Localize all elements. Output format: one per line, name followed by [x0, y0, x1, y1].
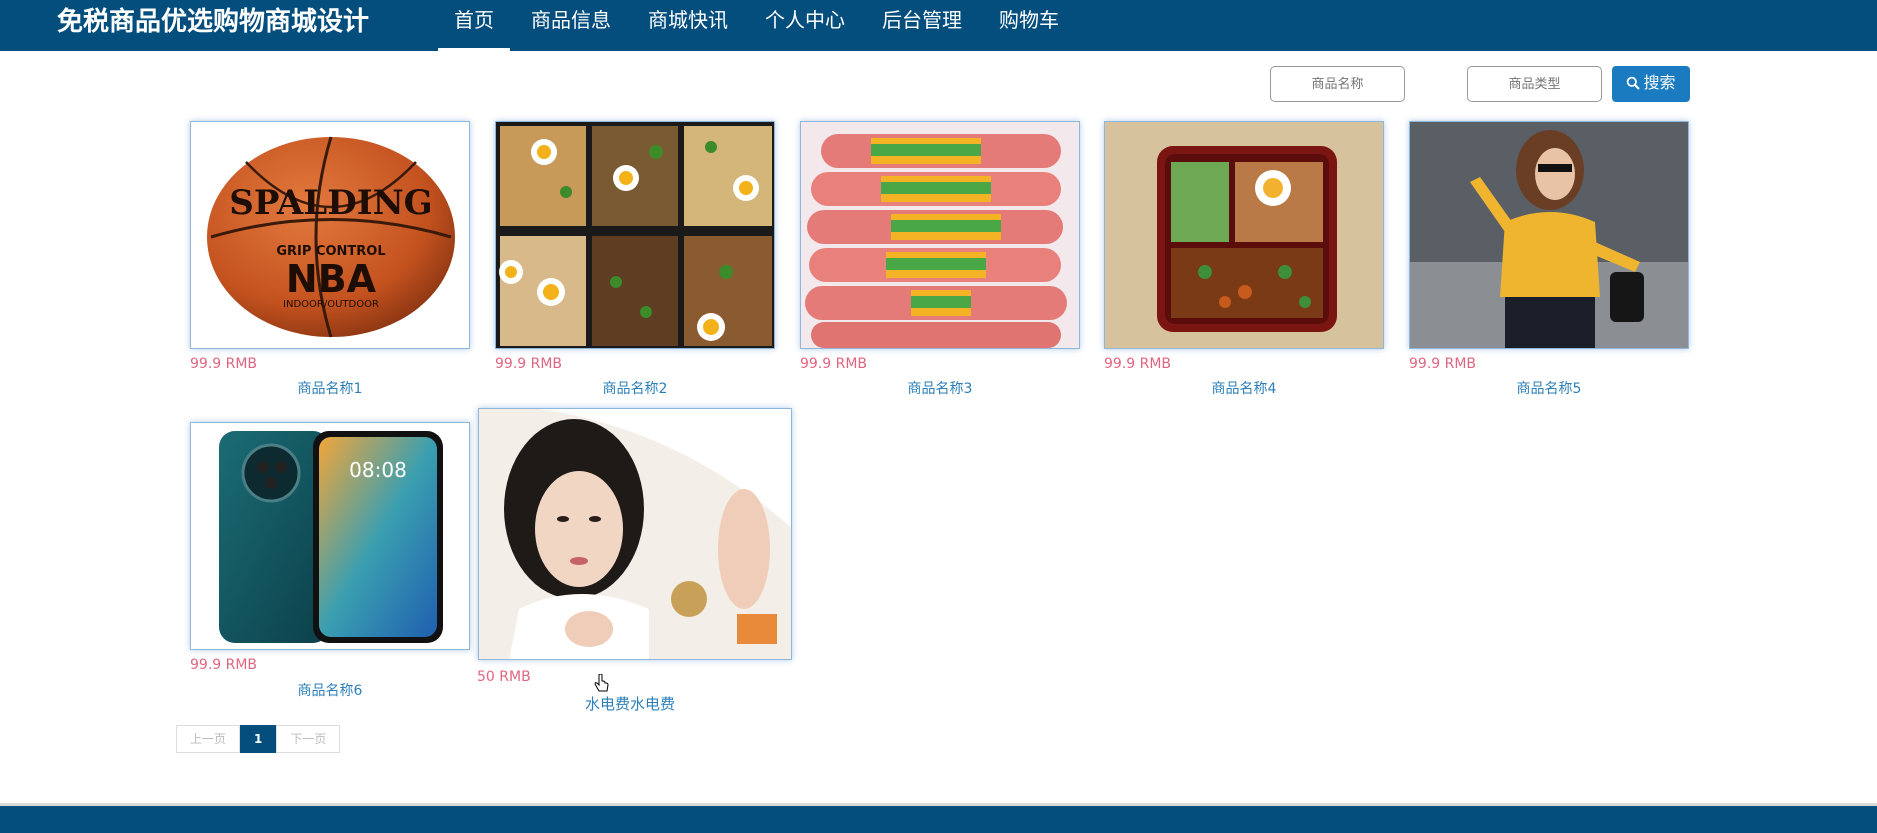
product-type-search-input[interactable] — [1467, 66, 1602, 102]
product-name[interactable]: 商品名称5 — [1409, 378, 1689, 398]
product-image-smartphone[interactable]: 08:08 — [190, 422, 470, 650]
product-name[interactable]: 商品名称2 — [495, 378, 775, 398]
footer-bar — [0, 803, 1877, 833]
product-name[interactable]: 商品名称4 — [1104, 378, 1384, 398]
product-price: 99.9 RMB — [800, 356, 868, 372]
product-image-woman-yellow[interactable] — [1409, 121, 1689, 349]
product-image-noodle-bento[interactable] — [495, 121, 775, 349]
search-icon — [1627, 76, 1641, 90]
search-button[interactable]: 搜索 — [1612, 66, 1690, 102]
main-nav: 首页 商品信息 商城快讯 个人中心 后台管理 购物车 — [438, 0, 1080, 51]
svg-text:08:08: 08:08 — [349, 458, 407, 482]
product-price: 50 RMB — [477, 669, 531, 685]
prev-page-button[interactable]: 上一页 — [176, 725, 241, 753]
search-button-label: 搜索 — [1643, 75, 1676, 92]
svg-text:INDOOR/OUTDOOR: INDOOR/OUTDOOR — [283, 299, 379, 310]
svg-text:SPALDING: SPALDING — [229, 183, 432, 223]
product-name-search-input[interactable] — [1270, 66, 1405, 102]
page-1-button[interactable]: 1 — [240, 725, 277, 753]
site-title: 免税商品优选购物商城设计 — [57, 7, 370, 37]
product-image-woman-portrait[interactable] — [478, 408, 792, 660]
nav-admin[interactable]: 后台管理 — [866, 0, 978, 51]
nav-cart[interactable]: 购物车 — [983, 0, 1075, 51]
pagination: 上一页 1 下一页 — [176, 725, 341, 753]
product-name[interactable]: 商品名称6 — [190, 680, 470, 700]
next-page-button[interactable]: 下一页 — [276, 725, 341, 753]
nav-home[interactable]: 首页 — [438, 0, 510, 51]
product-image-basketball[interactable]: SPALDING GRIP CONTROL NBA INDOOR/OUTDOOR — [190, 121, 470, 349]
product-name[interactable]: 商品名称1 — [190, 378, 470, 398]
product-image-sausages[interactable] — [800, 121, 1080, 349]
hand-cursor-icon — [594, 674, 609, 692]
product-name[interactable]: 商品名称3 — [800, 378, 1080, 398]
svg-text:NBA: NBA — [286, 257, 377, 301]
nav-personal-center[interactable]: 个人中心 — [749, 0, 861, 51]
product-price: 99.9 RMB — [190, 356, 258, 372]
top-nav-bar: 免税商品优选购物商城设计 首页 商品信息 商城快讯 个人中心 后台管理 购物车 — [0, 0, 1877, 51]
nav-mall-news[interactable]: 商城快讯 — [632, 0, 744, 51]
product-name[interactable]: 水电费水电费 — [490, 693, 770, 714]
nav-product-info[interactable]: 商品信息 — [515, 0, 627, 51]
product-price: 99.9 RMB — [1104, 356, 1172, 372]
product-price: 99.9 RMB — [1409, 356, 1477, 372]
product-price: 99.9 RMB — [190, 657, 258, 673]
product-price: 99.9 RMB — [495, 356, 563, 372]
product-image-bento-lunch[interactable] — [1104, 121, 1384, 349]
